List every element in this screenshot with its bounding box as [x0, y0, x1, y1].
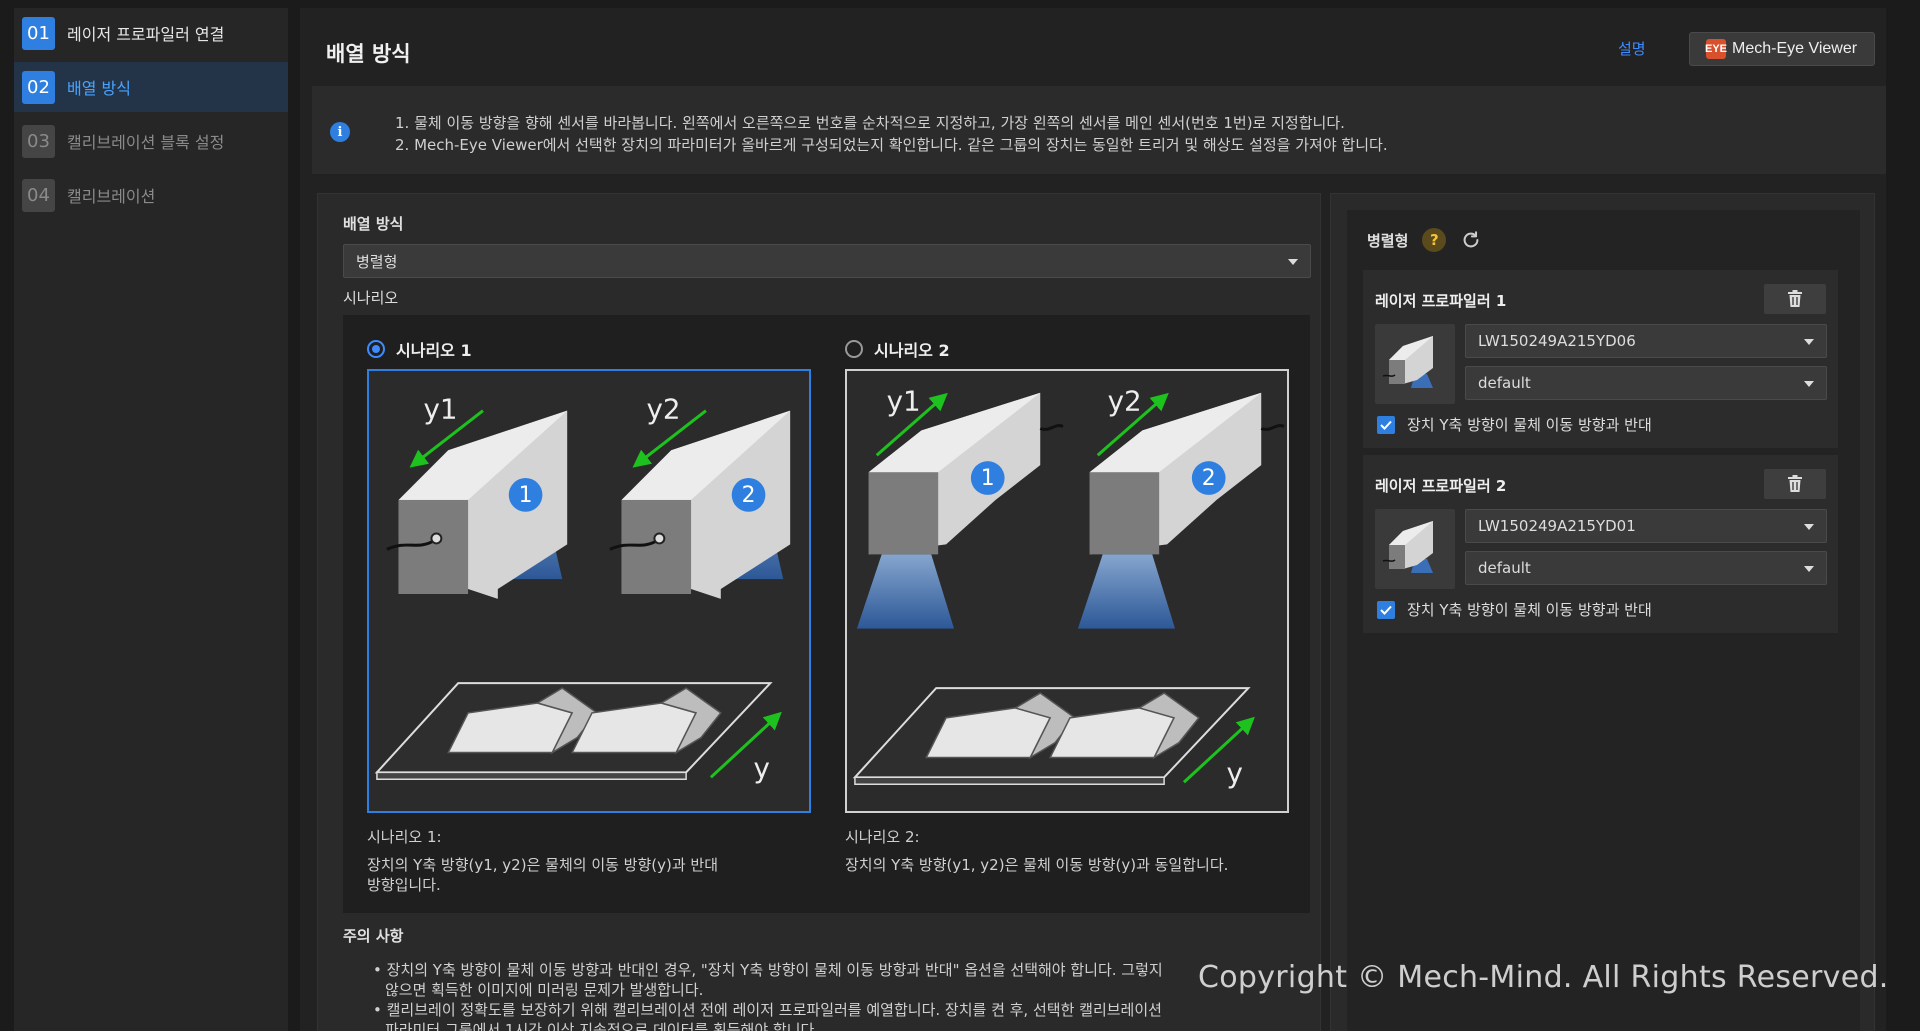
step-number: 03: [22, 124, 55, 158]
device-serial-select[interactable]: LW150249A215YD06: [1465, 324, 1827, 358]
step-layout[interactable]: 02 배열 방식: [14, 62, 288, 112]
device-serial-value: LW150249A215YD01: [1478, 517, 1636, 535]
scenario-2-desc-line1: 장치의 Y축 방향(y1, y2)은 물체 이동 방향(y)과 동일합니다.: [845, 856, 1229, 874]
scenario-2-desc-title: 시나리오 2:: [845, 828, 920, 846]
radio-unchecked-icon: [845, 340, 863, 358]
delete-device-button[interactable]: [1764, 469, 1826, 499]
device-list-panel: 병렬형 ? 레이저 프로파일러 1 LW150249A215YD06 defau…: [1330, 193, 1875, 1031]
radio-checked-icon: [367, 340, 385, 358]
scenario-1-desc-title: 시나리오 1:: [367, 828, 442, 846]
page-title: 배열 방식: [326, 42, 411, 66]
step-number: 01: [22, 16, 55, 50]
object-y-label: y: [754, 751, 770, 784]
device-thumbnail: [1375, 324, 1455, 404]
info-line-1: 1. 물체 이동 방향을 향해 센서를 바라봅니다. 왼쪽에서 오른쪽으로 번호…: [395, 114, 1345, 132]
device-card-2: 레이저 프로파일러 2 LW150249A215YD01 default 장치 …: [1363, 455, 1838, 633]
chevron-down-icon: [1804, 339, 1814, 345]
device-serial-value: LW150249A215YD06: [1478, 332, 1636, 350]
object-y-label: y: [1227, 756, 1243, 789]
device-title: 레이저 프로파일러 1: [1375, 292, 1507, 310]
sensor-1-number: 1: [519, 483, 533, 508]
step-label: 배열 방식: [67, 79, 131, 98]
y1-label: y1: [887, 385, 921, 418]
note-1-line1: • 장치의 Y축 방향이 물체 이동 방향과 반대인 경우, "장치 Y축 방향…: [373, 961, 1163, 979]
scenario-1-label: 시나리오 1: [396, 341, 472, 360]
note-1-line2: 않으면 획득한 이미지에 미러링 문제가 발생합니다.: [385, 981, 704, 999]
info-banner: i 1. 물체 이동 방향을 향해 센서를 바라봅니다. 왼쪽에서 오른쪽으로 …: [312, 86, 1886, 174]
step-label: 캘리브레이션 블록 설정: [67, 133, 225, 152]
mode-header: 병렬형 ?: [1367, 228, 1482, 252]
scenario-2-image[interactable]: 1 2 y1 y2 y: [845, 369, 1289, 813]
checkbox-checked-icon: [1377, 600, 1395, 619]
device-card-1: 레이저 프로파일러 1 LW150249A215YD06 default 장치 …: [1363, 270, 1838, 448]
layout-config-panel: 배열 방식 병렬형 시나리오 시나리오 1 1 2 y1 y2 y 시나리오 1…: [317, 193, 1321, 1031]
step-label: 레이저 프로파일러 연결: [67, 25, 225, 44]
step-label: 캘리브레이션: [67, 187, 156, 206]
param-group-value: default: [1478, 559, 1531, 577]
mech-eye-logo-icon: EYE: [1705, 39, 1727, 59]
notes-title: 주의 사항: [343, 927, 404, 945]
y2-label: y2: [646, 393, 680, 426]
help-question-icon[interactable]: ?: [1422, 228, 1447, 252]
scenario-label: 시나리오: [343, 289, 399, 307]
info-icon: i: [330, 122, 350, 142]
scenario-2-radio[interactable]: 시나리오 2: [845, 337, 950, 361]
sensor-2-number: 2: [1202, 466, 1216, 491]
scenario-1-desc-line1: 장치의 Y축 방향(y1, y2)은 물체의 이동 방향(y)과 반대: [367, 856, 719, 874]
scenario-1-desc-line2: 방향입니다.: [367, 876, 441, 894]
checkbox-checked-icon: [1377, 415, 1395, 434]
y1-label: y1: [424, 393, 458, 426]
wizard-sidebar: 01 레이저 프로파일러 연결 02 배열 방식 03 캘리브레이션 블록 설정…: [14, 8, 288, 1031]
scenario-area: 시나리오 1 1 2 y1 y2 y 시나리오 1: 장치의 Y축 방향(y1,…: [343, 315, 1310, 913]
trash-icon: [1788, 475, 1802, 492]
layout-select[interactable]: 병렬형: [343, 244, 1311, 278]
reverse-y-label: 장치 Y축 방향이 물체 이동 방향과 반대: [1407, 416, 1652, 434]
param-group-select[interactable]: default: [1465, 366, 1827, 400]
refresh-icon[interactable]: [1460, 229, 1482, 251]
scenario-2-label: 시나리오 2: [874, 341, 950, 360]
step-number: 04: [22, 178, 55, 212]
trash-icon: [1788, 290, 1802, 307]
device-serial-select[interactable]: LW150249A215YD01: [1465, 509, 1827, 543]
info-line-2: 2. Mech-Eye Viewer에서 선택한 장치의 파라미터가 올바르게 …: [395, 136, 1388, 154]
copyright-watermark: Copyright © Mech-Mind. All Rights Reserv…: [1198, 960, 1889, 995]
param-group-select[interactable]: default: [1465, 551, 1827, 585]
reverse-y-label: 장치 Y축 방향이 물체 이동 방향과 반대: [1407, 601, 1652, 619]
layout-select-value: 병렬형: [356, 252, 398, 271]
note-2-line1: • 캘리브레이 정확도를 보장하기 위해 캘리브레이션 전에 레이저 프로파일러…: [373, 1001, 1162, 1019]
scenario-1-image[interactable]: 1 2 y1 y2 y: [367, 369, 811, 813]
chevron-down-icon: [1804, 524, 1814, 530]
chevron-down-icon: [1804, 381, 1814, 387]
delete-device-button[interactable]: [1764, 284, 1826, 314]
step-connect-profiler[interactable]: 01 레이저 프로파일러 연결: [14, 8, 288, 58]
chevron-down-icon: [1288, 259, 1298, 265]
main-content: 배열 방식 설명 EYE Mech-Eye Viewer i 1. 물체 이동 …: [300, 8, 1886, 1031]
step-calib-block[interactable]: 03 캘리브레이션 블록 설정: [14, 116, 288, 166]
mech-eye-viewer-button[interactable]: EYE Mech-Eye Viewer: [1689, 32, 1875, 66]
scenario-1-radio[interactable]: 시나리오 1: [367, 337, 472, 361]
device-title: 레이저 프로파일러 2: [1375, 477, 1507, 495]
mode-label: 병렬형: [1367, 231, 1409, 250]
note-2-line2: 파라미터 그룹에서 1시간 이상 지속적으로 데이터를 획득해야 합니다.: [385, 1021, 820, 1031]
sensor-1-number: 1: [981, 466, 995, 491]
y2-label: y2: [1108, 385, 1142, 418]
reverse-y-checkbox[interactable]: 장치 Y축 방향이 물체 이동 방향과 반대: [1377, 599, 1652, 620]
reverse-y-checkbox[interactable]: 장치 Y축 방향이 물체 이동 방향과 반대: [1377, 414, 1652, 435]
help-link[interactable]: 설명: [1618, 38, 1646, 59]
chevron-down-icon: [1804, 566, 1814, 572]
step-number: 02: [22, 70, 55, 104]
viewer-button-label: Mech-Eye Viewer: [1732, 40, 1858, 57]
step-calibration[interactable]: 04 캘리브레이션: [14, 170, 288, 220]
param-group-value: default: [1478, 374, 1531, 392]
device-list: 병렬형 ? 레이저 프로파일러 1 LW150249A215YD06 defau…: [1347, 210, 1860, 1031]
device-thumbnail: [1375, 509, 1455, 589]
layout-label: 배열 방식: [343, 215, 404, 233]
sensor-2-number: 2: [742, 483, 756, 508]
